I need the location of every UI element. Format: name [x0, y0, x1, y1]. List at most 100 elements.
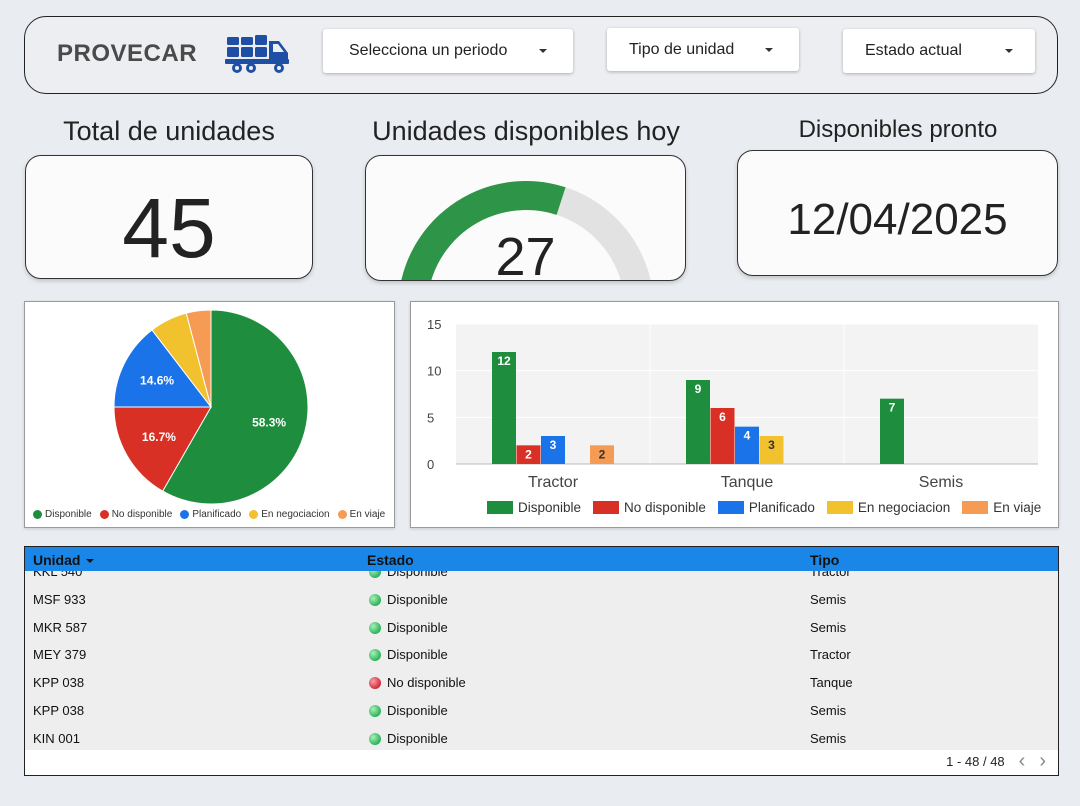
- chevron-down-icon: [539, 49, 547, 53]
- bar-value-label: 4: [744, 429, 751, 443]
- column-header-unidad[interactable]: Unidad: [33, 552, 95, 568]
- cell-tipo: Tanque: [810, 675, 853, 691]
- pie-slice-label: 16.7%: [142, 430, 176, 444]
- cell-estado: No disponible: [369, 675, 466, 690]
- total-units-card: 45: [25, 155, 313, 279]
- cell-tipo: Semis: [810, 730, 847, 746]
- bar-value-label: 3: [768, 438, 775, 452]
- y-tick-label: 10: [427, 364, 441, 379]
- cell-unidad: KPP 038: [33, 675, 85, 691]
- bar-legend-item: En negociacion: [826, 500, 950, 515]
- cell-estado: Disponible: [369, 592, 448, 607]
- cell-unidad: MEY 379: [33, 647, 87, 663]
- cell-estado: Disponible: [369, 620, 448, 635]
- column-header-estado[interactable]: Estado: [367, 552, 414, 568]
- available-soon-title: Disponibles pronto: [798, 116, 998, 143]
- bar-value-label: 6: [719, 410, 726, 424]
- table-row[interactable]: MEY 379 Disponible Tractor: [25, 640, 1058, 668]
- chevron-down-icon: [765, 48, 773, 52]
- x-tick-label: Tractor: [528, 474, 579, 491]
- y-tick-label: 5: [427, 410, 434, 425]
- type-bar-chart: 0 5 10 15 12 2 3 2 Tractor 9 6 4 3 Tanque 7 Semis: [427, 317, 1038, 491]
- table-body[interactable]: KKL 540 Disponible Tractor MSF 933 Disponibl…: [25, 571, 1058, 750]
- status-dropdown[interactable]: Estado actual: [843, 29, 1035, 73]
- status-pie-chart: 58.3% 16.7% 14.6%: [113, 309, 309, 505]
- bar-value-label: 12: [497, 354, 511, 368]
- x-tick-label: Semis: [919, 474, 963, 491]
- header-bar: PROVECAR Selecciona un periodo Tipo de u…: [24, 16, 1058, 94]
- bar-value-label: 7: [889, 401, 896, 415]
- unit-type-dropdown-label: Tipo de unidad: [629, 41, 735, 58]
- available-soon-card: 12/04/2025: [737, 150, 1058, 276]
- unit-type-dropdown[interactable]: Tipo de unidad: [607, 28, 799, 71]
- cell-unidad: KPP 038: [33, 703, 85, 718]
- bar-legend-item: No disponible: [593, 500, 706, 515]
- bar-legend-item: Planificado: [717, 500, 815, 515]
- status-pie-panel: 58.3% 16.7% 14.6% Disponible No disponible…: [24, 301, 395, 528]
- table-row[interactable]: MSF 933 Disponible Semis: [25, 585, 1058, 613]
- pie-legend-item: No disponible: [99, 509, 172, 520]
- pie-slice-label: 58.3%: [252, 416, 286, 430]
- status-dot-icon: [369, 705, 381, 717]
- cell-tipo: Semis: [810, 619, 847, 635]
- period-dropdown-label: Selecciona un periodo: [349, 42, 508, 59]
- column-header-tipo[interactable]: Tipo: [810, 552, 839, 568]
- available-today-title: Unidades disponibles hoy: [372, 116, 680, 146]
- truck-icon: [225, 35, 289, 73]
- pagination: 1 - 48 / 48 ‹ ›: [946, 751, 1046, 771]
- bar-value-label: 9: [695, 382, 702, 396]
- bar-value-label: 2: [599, 447, 606, 461]
- available-today-value: 27: [495, 227, 556, 281]
- brand-title: PROVECAR: [57, 40, 198, 67]
- y-tick-label: 15: [427, 317, 441, 332]
- table-row[interactable]: MKR 587 Disponible Semis: [25, 613, 1058, 641]
- cell-estado: Disponible: [369, 647, 448, 662]
- cell-tipo: Tractor: [810, 571, 851, 579]
- cell-estado: Disponible: [369, 703, 448, 718]
- status-dot-icon: [369, 732, 381, 745]
- status-dot-icon: [369, 621, 381, 634]
- table-row[interactable]: KPP 038 Disponible Semis: [25, 696, 1058, 724]
- status-dot-icon: [369, 571, 381, 578]
- pie-legend-item: En negociacion: [249, 509, 330, 520]
- status-dot-icon: [369, 649, 381, 662]
- table-row[interactable]: KIN 001 Disponible Semis: [25, 724, 1058, 750]
- bar-legend: Disponible No disponible Planificado En …: [487, 500, 1041, 515]
- bar-value-label: 2: [525, 447, 532, 461]
- prev-page-icon[interactable]: ‹: [1019, 751, 1026, 771]
- bar[interactable]: [492, 352, 516, 464]
- cell-tipo: Semis: [810, 703, 847, 718]
- pie-legend-item: Planificado: [180, 509, 241, 520]
- pagination-label: 1 - 48 / 48: [946, 753, 1005, 769]
- cell-estado: Disponible: [369, 731, 448, 746]
- pie-legend: Disponible No disponible Planificado En …: [33, 509, 385, 520]
- x-tick-label: Tanque: [721, 474, 774, 491]
- total-units-value: 45: [122, 181, 216, 275]
- y-tick-label: 0: [427, 457, 434, 472]
- cell-tipo: Semis: [810, 591, 847, 607]
- available-today-card: 27: [365, 155, 686, 281]
- sort-desc-icon: [86, 559, 95, 564]
- chevron-down-icon: [1005, 49, 1013, 53]
- period-dropdown[interactable]: Selecciona un periodo: [323, 29, 573, 73]
- available-soon-value: 12/04/2025: [787, 195, 1008, 244]
- table-row[interactable]: KKL 540 Disponible Tractor: [25, 571, 1058, 585]
- status-dropdown-label: Estado actual: [865, 42, 962, 59]
- cell-tipo: Tractor: [810, 647, 851, 663]
- table-header: Unidad Estado Tipo: [25, 547, 1058, 571]
- bar-value-label: 3: [550, 438, 557, 452]
- type-bar-panel: 0 5 10 15 12 2 3 2 Tractor 9 6 4 3 Tanque 7 Semis Dispo…: [410, 301, 1059, 528]
- pie-legend-item: En viaje: [337, 509, 385, 520]
- bar-legend-item: En viaje: [962, 500, 1041, 515]
- cell-unidad: MKR 587: [33, 619, 88, 635]
- cell-unidad: KIN 001: [33, 730, 80, 746]
- cell-unidad: KKL 540: [33, 571, 83, 579]
- status-dot-icon: [369, 677, 381, 690]
- pie-slice-label: 14.6%: [140, 373, 174, 387]
- next-page-icon[interactable]: ›: [1039, 751, 1046, 771]
- total-units-title: Total de unidades: [63, 116, 275, 146]
- cell-estado: Disponible: [369, 571, 448, 579]
- table-row[interactable]: KPP 038 No disponible Tanque: [25, 668, 1058, 696]
- status-dot-icon: [369, 593, 381, 606]
- pie-legend-item: Disponible: [33, 509, 92, 520]
